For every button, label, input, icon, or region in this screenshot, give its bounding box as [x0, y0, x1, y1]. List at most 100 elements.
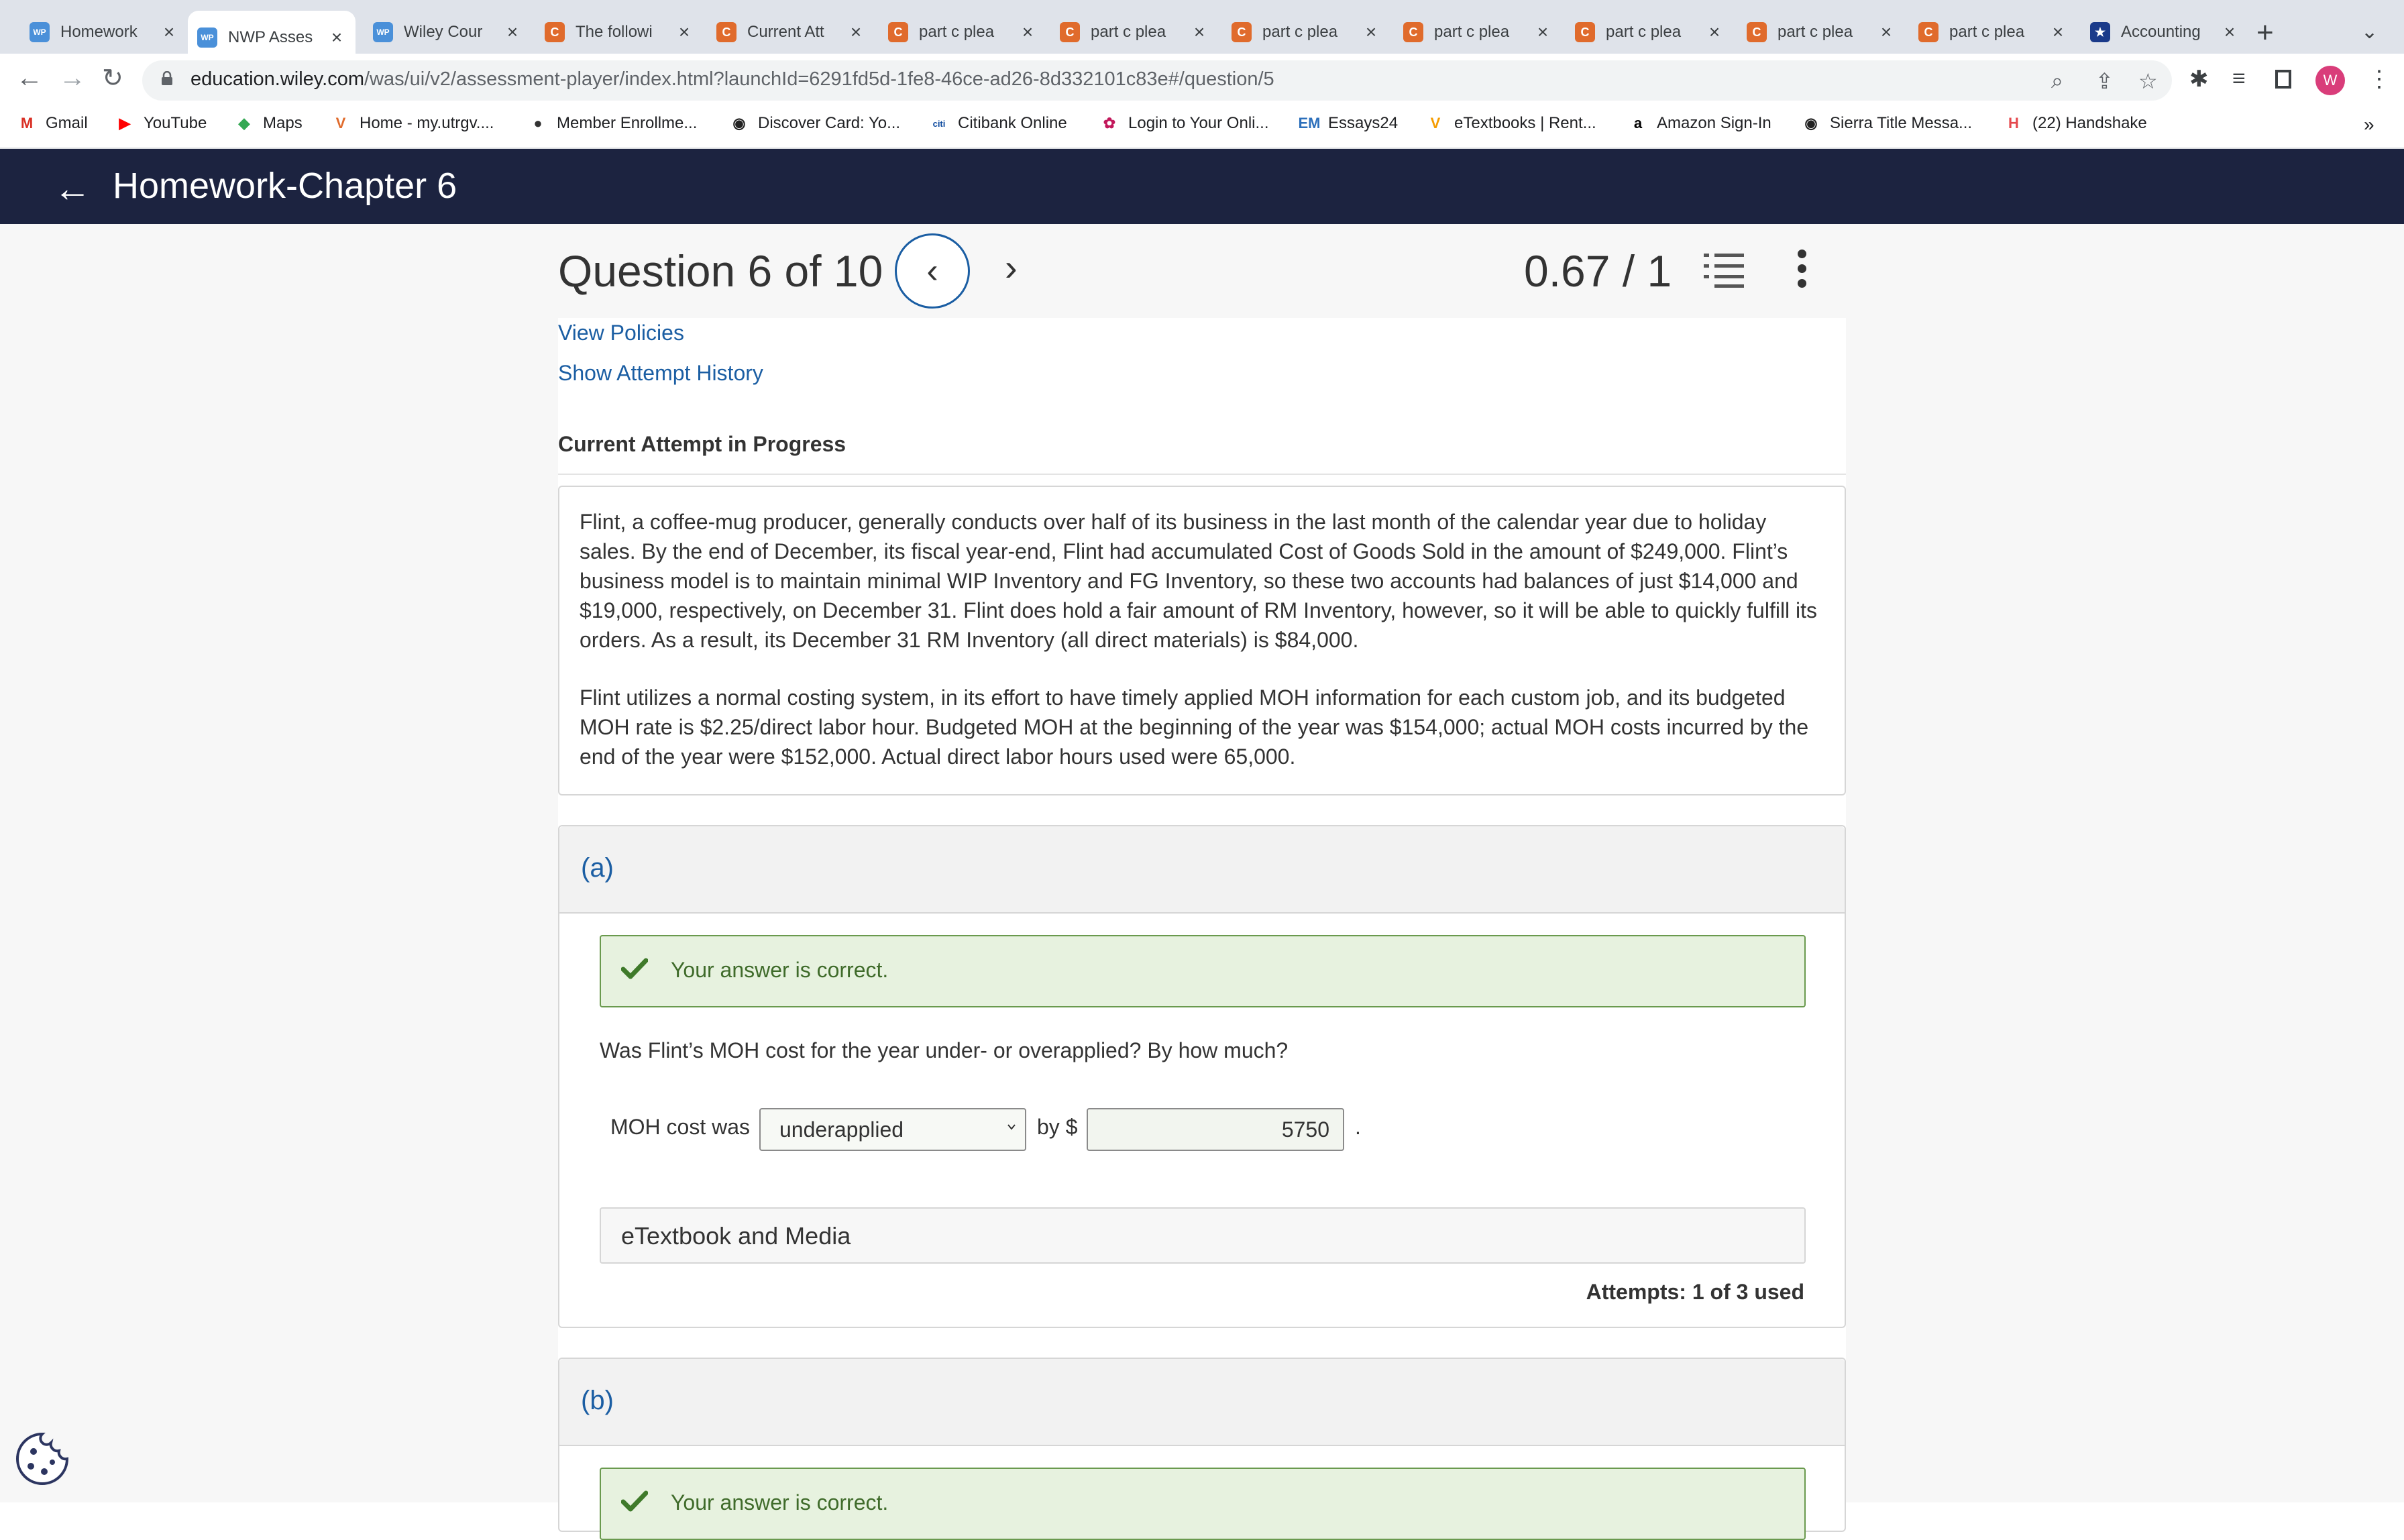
show-attempt-history-link[interactable]: Show Attempt History [558, 361, 763, 386]
correct-answer-message: Your answer is correct. [671, 1490, 889, 1515]
extensions-puzzle-icon[interactable]: ✱ [2189, 66, 2209, 93]
tab-title: Accounting [2121, 23, 2201, 41]
bookmark-item[interactable]: a Amazon Sign-In [1629, 114, 1771, 133]
left-gutter [0, 224, 558, 1502]
bookmark-label: Citibank Online [958, 114, 1067, 132]
bookmark-label: (22) Handshake [2032, 114, 2147, 132]
tab-close-icon[interactable]: × [1705, 21, 1724, 43]
tab-close-icon[interactable]: × [2048, 21, 2067, 43]
tab-close-icon[interactable]: × [503, 21, 522, 43]
browser-tab[interactable]: C The followi × [535, 11, 703, 54]
bookmark-item[interactable]: ✿ Login to Your Onli... [1100, 114, 1269, 133]
bookmark-favicon-icon: EM [1298, 115, 1321, 131]
amount-input[interactable]: 5750 [1087, 1108, 1344, 1151]
bookmark-star-icon[interactable]: ☆ [2138, 68, 2158, 94]
right-gutter [1846, 224, 2404, 1502]
moh-cost-label: MOH cost was [610, 1115, 751, 1139]
browser-toolbar: ← → ↻ education.wiley.com/was/ui/v2/asse… [0, 54, 2404, 107]
bookmark-item[interactable]: V Home - my.utrgv.... [331, 114, 494, 133]
cookie-settings-icon[interactable] [15, 1431, 70, 1486]
address-bar[interactable]: education.wiley.com/was/ui/v2/assessment… [142, 60, 2172, 101]
tab-close-icon[interactable]: × [2220, 21, 2239, 43]
etextbook-media-button[interactable]: eTextbook and Media [600, 1207, 1806, 1264]
tab-title: part c plea [919, 23, 995, 41]
tab-close-icon[interactable]: × [675, 21, 694, 43]
bookmark-favicon-icon: V [335, 115, 346, 131]
bookmark-item[interactable]: ▶ YouTube [115, 114, 207, 133]
amount-value: 5750 [1281, 1117, 1329, 1142]
browser-tab[interactable]: Cpart c plea × [879, 11, 1046, 54]
bookmark-item[interactable]: ◉ Sierra Title Messa... [1802, 114, 1972, 133]
bookmark-label: Gmail [46, 114, 88, 132]
tab-title: The followi [576, 23, 653, 41]
chegg-favicon-icon: C [888, 22, 908, 42]
next-question-button[interactable]: › [1005, 245, 1018, 289]
browser-tab[interactable]: Cpart c plea × [1737, 11, 1905, 54]
bookmark-favicon-icon: M [20, 115, 34, 131]
share-icon[interactable]: ⇪ [2095, 68, 2114, 94]
forward-arrow-icon[interactable]: → [59, 63, 86, 93]
tab-close-icon[interactable]: × [160, 21, 178, 43]
tab-close-icon[interactable]: × [846, 21, 865, 43]
browser-tab[interactable]: Cpart c plea × [1222, 11, 1390, 54]
tab-close-icon[interactable]: × [327, 27, 346, 48]
browser-tab[interactable]: Cpart c plea × [1566, 11, 1733, 54]
chegg-favicon-icon: C [1575, 22, 1595, 42]
problem-paragraph: Flint, a coffee-mug producer, generally … [580, 510, 1818, 652]
zoom-icon[interactable]: ⌕ [2051, 68, 2063, 94]
tab-close-icon[interactable]: × [1877, 21, 1896, 43]
profile-avatar[interactable]: W [2315, 66, 2345, 95]
bookmark-item[interactable]: M Gmail [17, 114, 88, 133]
browser-tab[interactable]: C Current Att × [707, 11, 875, 54]
correct-answer-banner: Your answer is correct. [600, 935, 1806, 1007]
chevron-right-icon: › [1005, 246, 1018, 288]
side-panel-icon[interactable] [2275, 70, 2291, 89]
bookmark-item[interactable]: EM Essays24 [1298, 114, 1399, 133]
bookmark-item[interactable]: H (22) Handshake [2004, 114, 2147, 133]
bookmark-item[interactable]: citi Citibank Online [930, 114, 1067, 133]
browser-tab[interactable]: ★ Accounting × [2081, 11, 2248, 54]
previous-question-button[interactable]: ‹ [895, 233, 970, 309]
browser-tab[interactable]: WP Wiley Cour × [364, 11, 531, 54]
tab-search-chevron-icon[interactable]: ⌄ [2361, 20, 2378, 44]
bookmark-label: Maps [263, 114, 303, 132]
applied-status-value: underapplied [779, 1117, 904, 1142]
applied-status-select[interactable]: underapplied [759, 1108, 1026, 1151]
bookmark-item[interactable]: ◉ Discover Card: Yo... [730, 114, 900, 133]
bookmark-favicon-icon: citi [932, 118, 946, 129]
etextbook-media-label: eTextbook and Media [621, 1222, 851, 1250]
tab-close-icon[interactable]: × [1533, 21, 1552, 43]
correct-answer-message: Your answer is correct. [671, 958, 889, 982]
checkmark-icon [621, 1490, 648, 1512]
bookmarks-overflow-button[interactable]: » [2364, 114, 2374, 135]
reload-icon[interactable]: ↻ [102, 63, 123, 93]
problem-paragraph: Flint utilizes a normal costing system, … [580, 685, 1809, 769]
bookmark-item[interactable]: VeTextbooks | Rent... [1426, 114, 1596, 133]
part-a-header[interactable]: (a) [559, 826, 1845, 914]
browser-menu-icon[interactable]: ⋮ [2368, 66, 2391, 93]
view-policies-link[interactable]: View Policies [558, 321, 684, 345]
checkmark-icon [621, 958, 648, 979]
bookmark-item[interactable]: ◆ Maps [235, 114, 303, 133]
browser-tab[interactable]: Cpart c plea × [1050, 11, 1218, 54]
media-queue-icon[interactable]: ≡ [2232, 66, 2246, 92]
browser-tab[interactable]: Cpart c plea × [1394, 11, 1562, 54]
tab-close-icon[interactable]: × [1018, 21, 1037, 43]
bookmark-item[interactable]: ● Member Enrollme... [529, 114, 697, 133]
tab-close-icon[interactable]: × [1362, 21, 1380, 43]
tab-close-icon[interactable]: × [1190, 21, 1209, 43]
browser-tab[interactable]: WP Homework × [20, 11, 188, 54]
more-options-icon[interactable] [1798, 250, 1807, 294]
back-arrow-icon[interactable]: ← [16, 63, 43, 93]
part-a-label: (a) [581, 853, 614, 883]
wileyplus-favicon-icon: WP [373, 22, 393, 42]
question-list-icon[interactable] [1704, 252, 1744, 288]
part-b-header[interactable]: (b) [559, 1359, 1845, 1446]
chegg-favicon-icon: C [1060, 22, 1080, 42]
back-arrow-icon[interactable]: ← [54, 166, 91, 210]
bookmark-label: Home - my.utrgv.... [360, 114, 494, 132]
new-tab-button[interactable]: + [2256, 16, 2274, 50]
browser-tab[interactable]: Cpart c plea × [1909, 11, 2077, 54]
problem-statement: Flint, a coffee-mug producer, generally … [558, 486, 1846, 795]
bookmark-favicon-icon: H [2008, 115, 2019, 131]
